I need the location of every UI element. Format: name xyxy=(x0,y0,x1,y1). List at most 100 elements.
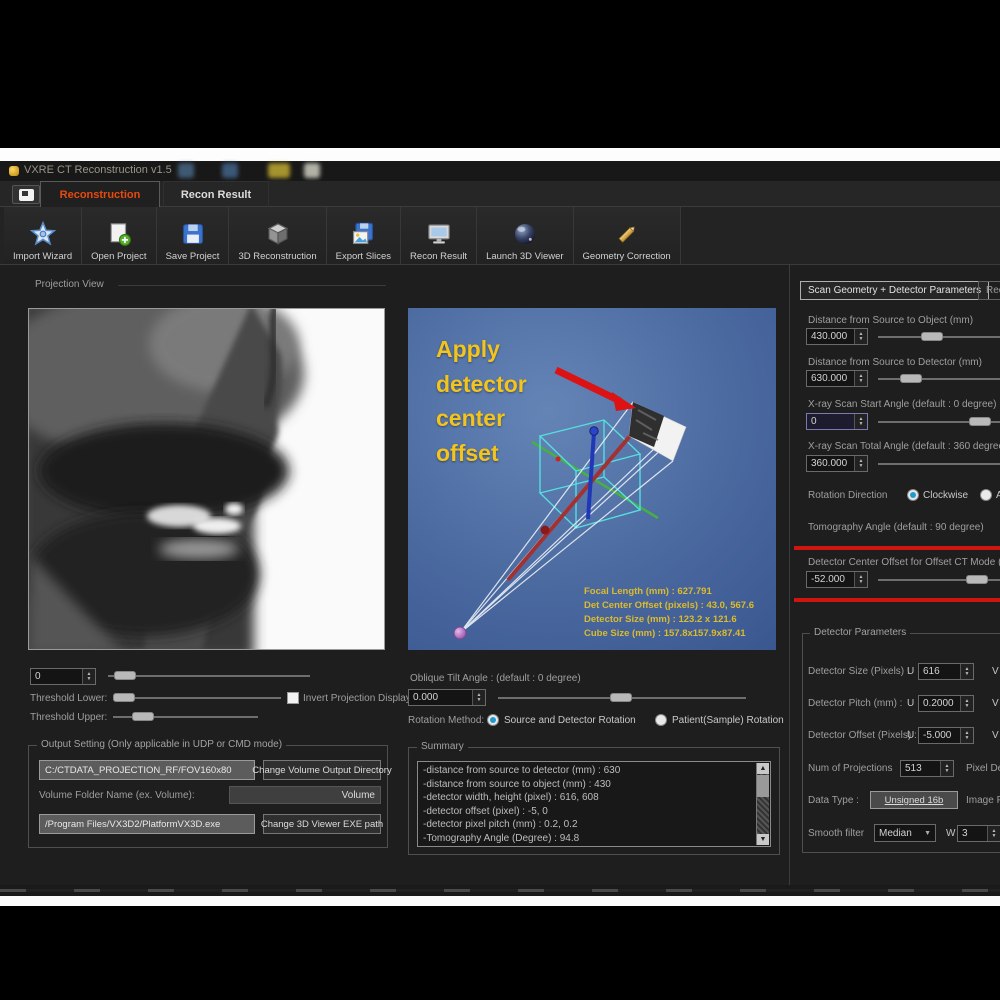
background-app-icon xyxy=(178,163,194,178)
data-type-label: Data Type : xyxy=(808,795,859,806)
scan-total-angle-spinner[interactable]: 360.000 ▲▼ xyxy=(806,455,868,472)
smooth-filter-dropdown[interactable]: Median▼ xyxy=(874,824,936,842)
source-detector-spinner[interactable]: 630.000 ▲▼ xyxy=(806,370,868,387)
tab-reconstruction[interactable]: Reconstruction xyxy=(40,181,160,207)
summary-line: -distance from source to object (mm) : 4… xyxy=(423,778,752,792)
tab-recon-params[interactable]: Recon xyxy=(978,281,1000,300)
toolbar-button-label: Launch 3D Viewer xyxy=(486,251,563,262)
volume-output-directory-field[interactable]: C:/CTDATA_PROJECTION_RF/FOV160x80 xyxy=(39,760,255,780)
window-title: VXRE CT Reconstruction v1.5 xyxy=(24,164,172,176)
spinner-arrows[interactable]: ▲▼ xyxy=(940,761,953,776)
oblique-tilt-spinner[interactable]: 0.000 ▲▼ xyxy=(408,689,486,706)
tab-scan-geometry[interactable]: Scan Geometry + Detector Parameters xyxy=(800,281,989,300)
scroll-up-icon[interactable]: ▲ xyxy=(757,763,769,774)
patient-rotation-label: Patient(Sample) Rotation xyxy=(672,715,784,726)
num-projections-spinner[interactable]: 513 ▲▼ xyxy=(900,760,954,777)
scan-geometry-panel: Scan Geometry + Detector Parameters Reco… xyxy=(794,265,1000,887)
slider-handle[interactable] xyxy=(966,575,988,584)
spinner-arrows[interactable]: ▲▼ xyxy=(854,456,867,471)
anticlockwise-radio[interactable] xyxy=(980,489,992,501)
change-volume-directory-button[interactable]: Change Volume Output Directory xyxy=(263,760,381,780)
stat-focal-length: Focal Length (mm) : 627.791 xyxy=(584,586,774,597)
save-project-button[interactable]: Save Project xyxy=(157,207,230,264)
toolbar-button-label: Geometry Correction xyxy=(583,251,671,262)
volume-folder-input[interactable]: Volume xyxy=(229,786,381,804)
frame-index-slider[interactable] xyxy=(108,670,310,681)
w-spinner[interactable]: 3 ▲▼ xyxy=(957,825,1000,842)
source-detector-slider[interactable] xyxy=(878,373,1000,384)
geometry-correction-button[interactable]: Geometry Correction xyxy=(574,207,681,264)
note-icon xyxy=(19,189,34,201)
3d-reconstruction-button[interactable]: 3D Reconstruction xyxy=(229,207,326,264)
threshold-lower-slider[interactable] xyxy=(113,692,281,703)
spinner-arrows[interactable]: ▲▼ xyxy=(472,690,485,705)
u-label: U xyxy=(907,666,914,677)
detector-offset-u-spinner[interactable]: -5.000 ▲▼ xyxy=(918,727,974,744)
source-object-slider[interactable] xyxy=(878,331,1000,342)
open-project-button[interactable]: Open Project xyxy=(82,207,156,264)
threshold-upper-slider[interactable] xyxy=(113,711,258,722)
summary-scrollbar[interactable]: ▲ ▼ xyxy=(756,763,769,845)
smooth-filter-value: Median xyxy=(879,828,912,839)
slider-handle[interactable] xyxy=(114,671,136,680)
viewer-exe-path-field[interactable]: /Program Files/VX3D2/PlatformVX3D.exe xyxy=(39,814,255,834)
spinner-arrows[interactable]: ▲▼ xyxy=(987,826,1000,841)
background-app-icon xyxy=(268,163,290,178)
import-wizard-button[interactable]: Import Wizard xyxy=(4,207,82,264)
viewer-3d[interactable]: Apply detector center offset Focal Lengt… xyxy=(408,308,776,650)
detector-pitch-u-value: 0.2000 xyxy=(919,698,960,709)
source-detector-label: Distance from Source to Detector (mm) xyxy=(808,357,982,368)
source-object-spinner[interactable]: 430.000 ▲▼ xyxy=(806,328,868,345)
recon-result-button[interactable]: Recon Result xyxy=(401,207,477,264)
detector-size-u-value: 616 xyxy=(919,666,960,677)
detector-pitch-u-spinner[interactable]: 0.2000 ▲▼ xyxy=(918,695,974,712)
export-slices-button[interactable]: Export Slices xyxy=(327,207,401,264)
titlebar: VXRE CT Reconstruction v1.5 xyxy=(0,161,1000,181)
detector-size-u-spinner[interactable]: 616 ▲▼ xyxy=(918,663,974,680)
invert-projection-checkbox[interactable] xyxy=(287,692,299,704)
frame-index-spinner[interactable]: 0 ▲▼ xyxy=(30,668,96,685)
patient-rotation-radio[interactable] xyxy=(655,714,667,726)
toolbar-button-label: Save Project xyxy=(166,251,220,262)
detector-offset-u-value: -5.000 xyxy=(919,730,960,741)
desktop-strip-top xyxy=(0,148,1000,161)
detector-center-offset-slider[interactable] xyxy=(878,574,1000,585)
scan-total-angle-slider[interactable] xyxy=(878,458,1000,469)
detector-center-offset-spinner[interactable]: -52.000 ▲▼ xyxy=(806,571,868,588)
spinner-arrows[interactable]: ▲▼ xyxy=(960,696,973,711)
monitor-icon xyxy=(424,219,454,249)
projection-image[interactable] xyxy=(28,308,385,650)
background-app-icon xyxy=(304,163,320,178)
stat-det-center-offset: Det Center Offset (pixels) : 43.0, 567.6 xyxy=(584,600,774,611)
spinner-arrows[interactable]: ▲▼ xyxy=(854,414,867,429)
slider-handle[interactable] xyxy=(900,374,922,383)
clockwise-radio[interactable] xyxy=(907,489,919,501)
slider-handle[interactable] xyxy=(921,332,943,341)
slider-handle[interactable] xyxy=(113,693,135,702)
spinner-arrows[interactable]: ▲▼ xyxy=(854,329,867,344)
spinner-arrows[interactable]: ▲▼ xyxy=(82,669,95,684)
change-viewer-exe-button[interactable]: Change 3D Viewer EXE path xyxy=(263,814,381,834)
volume-folder-label: Volume Folder Name (ex. Volume): xyxy=(39,790,195,801)
pixel-depth-label: Pixel Depth ( xyxy=(966,763,1000,774)
slider-handle[interactable] xyxy=(969,417,991,426)
slider-handle[interactable] xyxy=(132,712,154,721)
spinner-arrows[interactable]: ▲▼ xyxy=(960,664,973,679)
scan-start-angle-slider[interactable] xyxy=(878,416,1000,427)
spinner-arrows[interactable]: ▲▼ xyxy=(854,371,867,386)
detector-parameters-title: Detector Parameters xyxy=(810,627,910,638)
oblique-tilt-slider[interactable] xyxy=(498,692,746,703)
app-menu-button[interactable] xyxy=(12,185,40,204)
spinner-arrows[interactable]: ▲▼ xyxy=(854,572,867,587)
source-detector-rotation-radio[interactable] xyxy=(487,714,499,726)
wizard-star-icon xyxy=(28,219,58,249)
spinner-arrows[interactable]: ▲▼ xyxy=(960,728,973,743)
summary-listbox[interactable]: -distance from source to detector (mm) :… xyxy=(417,761,771,847)
tab-recon-result[interactable]: Recon Result xyxy=(163,181,269,207)
scrollbar-thumb[interactable] xyxy=(757,775,769,797)
launch-3d-viewer-button[interactable]: Launch 3D Viewer xyxy=(477,207,573,264)
slider-handle[interactable] xyxy=(610,693,632,702)
scroll-down-icon[interactable]: ▼ xyxy=(757,834,769,845)
data-type-button[interactable]: Unsigned 16b xyxy=(870,791,958,809)
scan-start-angle-spinner[interactable]: 0 ▲▼ xyxy=(806,413,868,430)
